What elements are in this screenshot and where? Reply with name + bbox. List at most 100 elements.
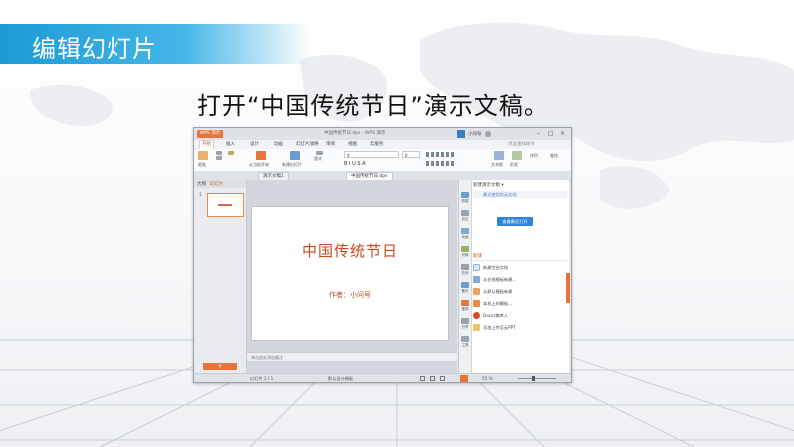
normal-view-icon[interactable] <box>420 376 425 381</box>
wps-app-button[interactable]: WPS 演示 <box>197 130 223 138</box>
recommend-icon[interactable] <box>461 300 469 306</box>
docer-library[interactable]: Docer稿库入 <box>483 313 508 319</box>
status-template: 默认设计模板 <box>328 376 354 381</box>
recommend-icon-label: 推荐 <box>461 307 469 311</box>
menu-review[interactable]: 审阅 <box>324 141 337 147</box>
default-template-icon <box>473 288 480 295</box>
find-label[interactable]: 查找 <box>550 153 558 159</box>
cloud-logo-icon <box>457 130 465 138</box>
animation-icon[interactable] <box>461 228 469 234</box>
cut-icon[interactable] <box>216 151 222 155</box>
page-heading: 编辑幻灯片 <box>32 35 157 63</box>
paste-icon[interactable] <box>198 151 208 160</box>
layout-label: 版式 <box>314 156 322 161</box>
menu-animation[interactable]: 动画 <box>272 141 285 147</box>
tab-slides[interactable]: 幻灯片 <box>210 181 224 187</box>
task-pane-icon-bar: 新建 自定 动画 切换 形状 备份 推荐 分享 工具 <box>459 180 472 373</box>
docer-icon <box>473 312 480 319</box>
paste-label: 粘贴 <box>198 162 206 167</box>
shape-pane-label: 形状 <box>461 271 469 275</box>
slide-title[interactable]: 中国传统节日 <box>252 240 448 261</box>
status-bar: 幻灯片 1 / 1 默认设计模板 55 % <box>194 373 571 382</box>
user-area[interactable]: 小问号 <box>457 129 517 139</box>
from-current-label: 从当前开始 <box>249 162 269 167</box>
pane-tabs: 大纲 幻灯片 <box>194 180 246 188</box>
shape-label: 形状 <box>510 162 518 167</box>
animation-icon-label: 动画 <box>461 235 469 239</box>
avatar[interactable] <box>485 131 491 137</box>
tools-icon-label: 工具 <box>461 343 469 347</box>
shape-icon[interactable] <box>512 151 522 160</box>
user-name: 小问号 <box>468 132 482 137</box>
maximize-button[interactable]: □ <box>546 130 555 138</box>
arrange-label[interactable]: 排列 <box>530 153 538 159</box>
format-painter-icon[interactable] <box>228 151 234 155</box>
blank-doc-icon <box>473 264 480 271</box>
new-slide-icon[interactable] <box>290 151 300 160</box>
new-icon-label: 新建 <box>461 199 469 203</box>
slide-thumbnail[interactable] <box>207 193 244 217</box>
slide-thumbnail-pane: 大纲 幻灯片 1 + <box>194 180 247 373</box>
font-size-select[interactable]: 0 <box>402 151 420 158</box>
menu-design[interactable]: 设计 <box>248 141 261 147</box>
close-button[interactable]: × <box>558 130 567 138</box>
text-box-label: 文本框 <box>491 162 503 167</box>
zoom-slider-knob[interactable] <box>532 376 535 381</box>
command-search[interactable]: 点此查找命令 <box>506 141 537 147</box>
custom-icon[interactable] <box>461 210 469 216</box>
cloud-upload-icon <box>473 324 480 331</box>
view-recent-button[interactable]: 查看最近打开 <box>497 217 533 226</box>
from-current-icon[interactable] <box>256 151 266 160</box>
thumbnail-title-line <box>218 204 232 206</box>
upload-cloud-ppt[interactable]: 添加上传至云PPT <box>483 325 516 331</box>
slide-author[interactable]: 作者：小问号 <box>252 290 448 300</box>
menu-slideshow[interactable]: 幻灯片放映 <box>294 141 321 147</box>
custom-icon-label: 自定 <box>461 217 469 221</box>
wps-window: WPS 演示 中国传统节日.dps - WPS 演示 小问号 – □ × 开始 … <box>193 127 572 383</box>
tab-outline[interactable]: 大纲 <box>197 181 206 187</box>
alignment-icons[interactable] <box>426 161 454 166</box>
task-pane-collapse-handle[interactable] <box>566 273 570 303</box>
task-pane-header[interactable]: 新建演示文稿 ▾ <box>473 182 504 188</box>
current-slide[interactable]: 中国传统节日 作者：小问号 <box>251 206 449 341</box>
paragraph-format-icons[interactable] <box>426 152 454 157</box>
backup-icon[interactable] <box>461 282 469 288</box>
copy-icon[interactable] <box>216 156 222 160</box>
transition-icon-label: 切换 <box>461 253 469 257</box>
section-divider <box>473 260 567 261</box>
minimize-button[interactable]: – <box>534 130 543 138</box>
tools-icon[interactable] <box>461 336 469 342</box>
menu-cloud[interactable]: 云服务 <box>368 141 386 147</box>
shape-pane-icon[interactable] <box>461 264 469 270</box>
font-style-buttons[interactable]: B I U S A <box>344 161 366 167</box>
menu-insert[interactable]: 插入 <box>224 141 237 147</box>
layout-icon[interactable] <box>316 151 323 155</box>
local-template[interactable]: 本机上的模板... <box>483 301 512 307</box>
new-from-default-template[interactable]: 从默认模板新建 <box>483 289 512 295</box>
transition-icon[interactable] <box>461 246 469 252</box>
local-template-icon <box>473 300 480 307</box>
notes-pane[interactable]: 单击此处添加备注 <box>247 352 457 361</box>
share-icon-label: 分享 <box>461 325 469 329</box>
menu-home[interactable]: 开始 <box>199 140 214 149</box>
online-template-icon <box>473 276 480 283</box>
play-slideshow-icon[interactable] <box>460 375 468 382</box>
add-slide-button[interactable]: + <box>203 363 237 370</box>
new-icon[interactable] <box>461 192 469 198</box>
new-section-label: 新建 <box>473 254 482 259</box>
instruction-text: 打开“中国传统节日”演示文稿。 <box>197 92 549 120</box>
ribbon-toolbar: 粘贴 从当前开始 新建幻灯片 版式 0 0 B I U S A 文本框 形状 排… <box>194 149 571 172</box>
menu-view[interactable]: 视图 <box>346 141 359 147</box>
recent-cloud-docs[interactable]: 最近使用的云文档 <box>473 191 567 198</box>
reading-view-icon[interactable] <box>440 376 445 381</box>
new-from-online-template[interactable]: 从在线模板新建... <box>483 277 516 283</box>
slide-number: 1 <box>199 193 202 198</box>
font-name-select[interactable]: 0 <box>344 151 399 158</box>
share-icon[interactable] <box>461 318 469 324</box>
slide-sorter-icon[interactable] <box>430 376 435 381</box>
text-box-icon[interactable] <box>494 151 504 160</box>
window-title: 中国传统节日.dps - WPS 演示 <box>324 131 386 136</box>
new-blank-doc[interactable]: 新建空白文档 <box>483 265 508 271</box>
backup-icon-label: 备份 <box>461 289 469 293</box>
zoom-slider[interactable] <box>518 378 556 379</box>
